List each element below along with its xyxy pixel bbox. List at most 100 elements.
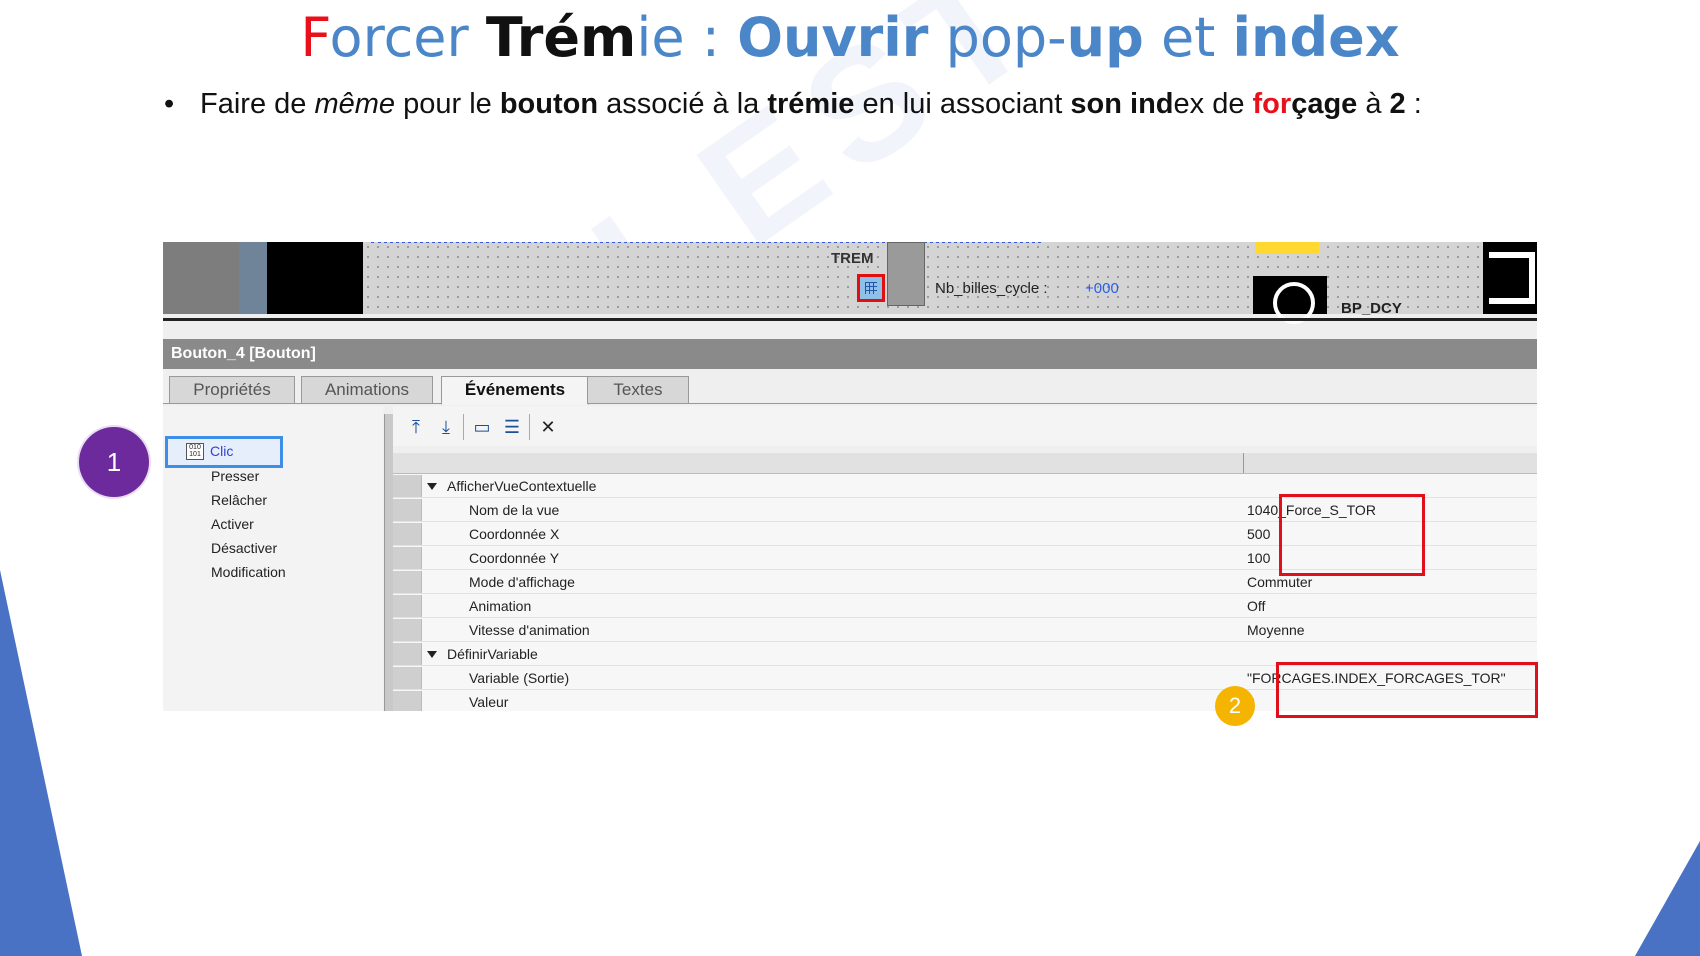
- toolbar-separator: [529, 414, 530, 440]
- canvas-black-block: [267, 242, 363, 314]
- decor-triangle-left: [0, 570, 82, 956]
- event-modification[interactable]: Modification: [211, 564, 286, 580]
- tab-textes[interactable]: Textes: [587, 376, 689, 404]
- title-part: index: [1232, 6, 1400, 69]
- trem-label: TREM: [831, 250, 874, 267]
- inspector-title-bar: Bouton_4 [Bouton]: [163, 339, 1537, 369]
- tab-animations[interactable]: Animations: [301, 376, 433, 404]
- grid-header: [393, 453, 1537, 474]
- bullet-part: Faire de: [200, 88, 315, 120]
- param-name: Valeur: [469, 694, 509, 710]
- title-part: :: [684, 6, 738, 69]
- power-icon[interactable]: [1253, 276, 1327, 324]
- canvas-separator: [163, 318, 1537, 321]
- bullet-part: on: [562, 88, 599, 120]
- inspector-title: Bouton_4 [Bouton]: [171, 345, 316, 362]
- event-relacher[interactable]: Relâcher: [211, 492, 267, 508]
- title-part: up: [1066, 6, 1144, 69]
- event-icon: 010 101: [186, 443, 204, 460]
- slide: AEI EST Forcer Trémie : Ouvrir pop-up et…: [0, 0, 1700, 956]
- param-name: Variable (Sortie): [469, 670, 570, 686]
- tab-evenements[interactable]: Événements: [441, 376, 589, 405]
- bullet-text: • Faire de même pour le bouton associé à …: [164, 88, 1422, 121]
- title-part: orcer: [329, 6, 486, 69]
- collapse-triangle-icon[interactable]: [427, 483, 437, 490]
- nb-billes-label: Nb_billes_cycle :: [935, 280, 1048, 297]
- panel-splitter[interactable]: [384, 414, 393, 711]
- bullet-part: trémie: [767, 88, 855, 120]
- canvas-dotted-line: [371, 242, 1041, 249]
- list-icon[interactable]: ☰: [501, 416, 523, 438]
- row-header: [393, 547, 422, 569]
- title-part: F: [300, 6, 330, 69]
- grid-row[interactable]: Animation Off: [393, 595, 1537, 618]
- title-part: et: [1143, 6, 1233, 69]
- param-value[interactable]: Moyenne: [1247, 622, 1305, 638]
- events-list: 010 101 Clic Presser Relâcher Activer Dés…: [163, 406, 383, 711]
- canvas-gray-block: [163, 242, 239, 314]
- nb-billes-value[interactable]: +000: [1085, 280, 1119, 297]
- row-header: [393, 691, 422, 711]
- event-presser[interactable]: Presser: [211, 468, 259, 484]
- bullet-part: çage: [1291, 88, 1358, 120]
- title-part: Ouvrir: [737, 6, 929, 69]
- row-header: [393, 571, 422, 593]
- canvas-yellow-block: [1255, 242, 1319, 254]
- param-name: Coordonnée Y: [469, 550, 560, 566]
- param-name: Vitesse d'animation: [469, 622, 590, 638]
- tab-proprietes[interactable]: Propriétés: [169, 376, 295, 404]
- row-header: [393, 475, 422, 497]
- row-header: [393, 619, 422, 641]
- bullet-marker: •: [164, 88, 175, 120]
- toolbar-separator: [463, 414, 464, 440]
- bullet-part: for: [1252, 88, 1292, 120]
- bullet-part: pour le: [395, 88, 500, 120]
- row-header: [393, 595, 422, 617]
- highlight-box-view-params: [1279, 494, 1425, 576]
- inspector-tabs: Propriétés Animations Événements Textes: [163, 373, 1537, 405]
- row-header: [393, 523, 422, 545]
- event-activer[interactable]: Activer: [211, 516, 254, 532]
- param-value[interactable]: Commuter: [1247, 574, 1312, 590]
- hopper-force-button[interactable]: [857, 274, 885, 302]
- event-desactiver[interactable]: Désactiver: [211, 540, 277, 556]
- bp-dcy-label: BP_DCY: [1341, 300, 1402, 317]
- step-badge-2: 2: [1215, 686, 1255, 726]
- move-down-icon[interactable]: ⤓: [435, 416, 457, 438]
- highlight-box-variable: [1276, 662, 1538, 718]
- canvas-slate-block: [239, 242, 267, 314]
- folder-icon[interactable]: ▭: [471, 416, 493, 438]
- param-value[interactable]: 100: [1247, 550, 1270, 566]
- grid-header-divider: [1243, 453, 1244, 473]
- bullet-part: :: [1405, 88, 1422, 120]
- bullet-part: même: [314, 88, 396, 120]
- bullet-part: associé à la: [598, 88, 768, 120]
- canvas-right-block: [1483, 242, 1537, 314]
- delete-icon[interactable]: ✕: [537, 416, 559, 438]
- bullet-part: en lui associant: [854, 88, 1071, 120]
- row-header: [393, 499, 422, 521]
- bullet-part: son ind: [1070, 88, 1174, 120]
- bullet-part: à: [1357, 88, 1390, 120]
- param-name: Nom de la vue: [469, 502, 560, 518]
- tia-portal-screenshot: TREM Nb_billes_cycle : +000 BP_DCY Bouto…: [163, 242, 1537, 711]
- slide-title: Forcer Trémie : Ouvrir pop-up et index: [0, 6, 1700, 70]
- hopper-column: [887, 242, 925, 306]
- bullet-part: bout: [499, 88, 563, 120]
- event-clic[interactable]: 010 101 Clic: [165, 436, 283, 468]
- param-value[interactable]: Off: [1247, 598, 1265, 614]
- move-up-icon[interactable]: ⤒: [405, 416, 427, 438]
- step-badge-1: 1: [79, 427, 149, 497]
- collapse-triangle-icon[interactable]: [427, 651, 437, 658]
- param-name: Animation: [469, 598, 532, 614]
- bullet-part: ex de: [1173, 88, 1253, 120]
- param-name: Mode d'affichage: [469, 574, 575, 590]
- events-toolbar: ⤒ ⤓ ▭ ☰ ✕: [393, 406, 1537, 446]
- title-part: Trém: [485, 6, 637, 69]
- title-part: pop-: [928, 6, 1067, 69]
- grid-row[interactable]: Vitesse d'animation Moyenne: [393, 619, 1537, 642]
- hmi-canvas: TREM Nb_billes_cycle : +000 BP_DCY: [163, 242, 1537, 324]
- param-value[interactable]: 500: [1247, 526, 1270, 542]
- event-clic-label: Clic: [210, 443, 234, 459]
- param-name: Coordonnée X: [469, 526, 560, 542]
